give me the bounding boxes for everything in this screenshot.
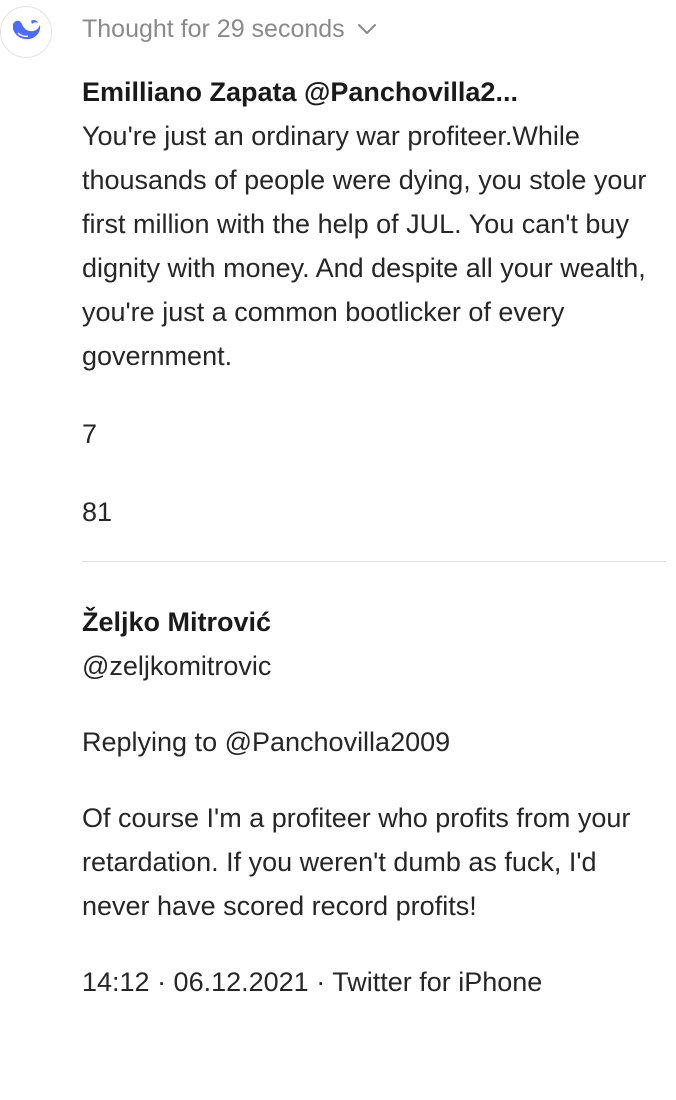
tweet-count-b: 81: [82, 497, 113, 527]
chevron-down-icon: [357, 23, 377, 35]
reply-handle: @zeljkomitrovic: [82, 651, 272, 681]
reply-meta: 14:12 · 06.12.2021 · Twitter for iPhone: [82, 967, 543, 997]
response-content: Emilliano Zapata @Panchovilla2... You're…: [82, 70, 666, 1004]
divider: [82, 561, 666, 562]
tweet-body: You're just an ordinary war profiteer.Wh…: [82, 121, 647, 371]
whale-logo-icon: [10, 16, 42, 49]
thought-toggle[interactable]: Thought for 29 seconds: [82, 12, 377, 46]
reply-body: Of course I'm a profiteer who profits fr…: [82, 803, 631, 921]
assistant-avatar: [0, 6, 52, 58]
replying-to: Replying to @Panchovilla2009: [82, 727, 451, 757]
thought-label: Thought for 29 seconds: [82, 14, 345, 43]
tweet-author: Emilliano Zapata @Panchovilla2...: [82, 77, 518, 107]
tweet-count-a: 7: [82, 419, 98, 449]
reply-author-name: Željko Mitrović: [82, 607, 272, 637]
